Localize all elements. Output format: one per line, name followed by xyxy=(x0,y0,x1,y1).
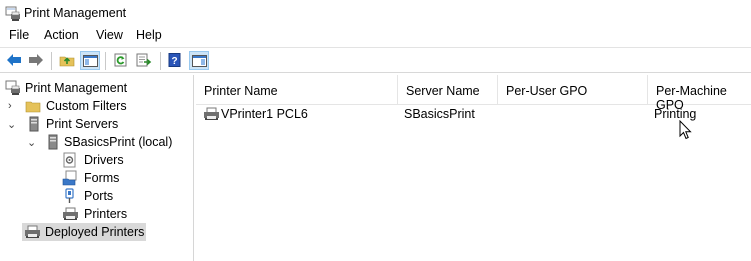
tree-label: Print Servers xyxy=(46,117,119,131)
tree-label: SBasicsPrint (local) xyxy=(64,135,173,149)
show-action-pane-icon[interactable] xyxy=(189,51,209,70)
tree-node-drivers[interactable]: Drivers xyxy=(62,151,192,169)
menu-bar: File Action View Help xyxy=(0,26,751,46)
back-icon[interactable] xyxy=(4,51,24,70)
up-folder-icon[interactable] xyxy=(57,51,77,70)
tree-node-server[interactable]: ⌄ SBasicsPrint (local) xyxy=(24,133,192,151)
cell-server-name: SBasicsPrint xyxy=(404,107,475,121)
console-tree: Print Management › Custom Filters ⌄ Prin… xyxy=(0,75,194,261)
export-list-icon[interactable] xyxy=(134,51,154,70)
printer-icon xyxy=(203,106,220,125)
toolbar-separator xyxy=(105,52,106,70)
collapse-chevron-icon[interactable]: ⌄ xyxy=(7,118,16,131)
tree-node-deployed-printers[interactable]: Deployed Printers xyxy=(22,223,146,241)
tree-label: Print Management xyxy=(25,81,128,95)
tree-label: Deployed Printers xyxy=(45,225,145,239)
column-header-server-name[interactable]: Server Name xyxy=(398,75,498,105)
table-row[interactable]: VPrinter1 PCL6 SBasicsPrint Printing xyxy=(196,105,751,123)
list-header: Printer Name Server Name Per-User GPO Pe… xyxy=(196,75,751,112)
tree-node-forms[interactable]: Forms xyxy=(62,169,192,187)
collapse-chevron-icon[interactable]: ⌄ xyxy=(27,136,36,149)
tree-node-print-management[interactable]: Print Management xyxy=(4,79,192,97)
print-management-icon xyxy=(5,6,21,25)
menu-action[interactable]: Action xyxy=(44,28,79,42)
tree-node-printers[interactable]: Printers xyxy=(62,205,192,223)
toolbar-separator xyxy=(160,52,161,70)
menu-file[interactable]: File xyxy=(9,28,29,42)
menu-view[interactable]: View xyxy=(96,28,123,42)
forward-icon[interactable] xyxy=(26,51,46,70)
column-header-per-machine-gpo[interactable]: Per-Machine GPO xyxy=(648,75,751,112)
deployed-printer-icon xyxy=(24,224,41,243)
refresh-icon[interactable] xyxy=(111,51,131,70)
tree-label: Ports xyxy=(84,189,114,203)
help-icon[interactable]: ? xyxy=(166,51,186,70)
column-header-per-user-gpo[interactable]: Per-User GPO xyxy=(498,75,648,105)
tree-label: Forms xyxy=(84,171,120,185)
show-hide-tree-icon[interactable] xyxy=(80,51,100,70)
tree-label: Custom Filters xyxy=(46,99,127,113)
tree-label: Printers xyxy=(84,207,128,221)
title-bar: Print Management xyxy=(0,0,751,26)
tree-label: Drivers xyxy=(84,153,124,167)
results-list: Printer Name Server Name Per-User GPO Pe… xyxy=(196,75,751,261)
cell-printer-name: VPrinter1 PCL6 xyxy=(221,107,308,121)
expand-chevron-icon[interactable]: › xyxy=(8,100,12,112)
column-header-printer-name[interactable]: Printer Name xyxy=(196,75,398,105)
cell-per-machine-gpo: Printing xyxy=(654,107,697,121)
toolbar: ? xyxy=(0,47,751,73)
mouse-cursor-icon xyxy=(679,119,692,143)
menu-help[interactable]: Help xyxy=(136,28,162,42)
window-title: Print Management xyxy=(24,6,127,20)
tree-node-custom-filters[interactable]: › Custom Filters xyxy=(4,97,192,115)
tree-node-ports[interactable]: Ports xyxy=(62,187,192,205)
toolbar-separator xyxy=(51,52,52,70)
server-icon xyxy=(47,134,59,153)
svg-text:?: ? xyxy=(171,56,177,67)
tree-node-print-servers[interactable]: ⌄ Print Servers xyxy=(4,115,192,133)
